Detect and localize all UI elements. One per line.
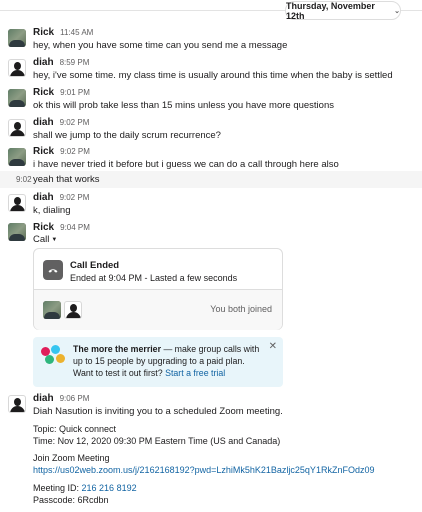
author-name[interactable]: Rick xyxy=(33,222,54,233)
timestamp[interactable]: 9:02 PM xyxy=(60,193,90,202)
message-row: Rick 9:01 PM ok this will prob take less… xyxy=(0,87,422,113)
meeting-id-label: Meeting ID: xyxy=(33,483,82,493)
promo-heading: The more the merrier xyxy=(73,344,161,354)
avatar[interactable] xyxy=(8,148,26,166)
date-divider: Thursday, November 12th ⌄ xyxy=(0,0,422,21)
message-text: ok this will prob take less than 15 mins… xyxy=(33,100,334,111)
avatar[interactable] xyxy=(8,29,26,47)
message-row: diah 8:59 PM hey, i've some time. my cla… xyxy=(0,57,422,83)
zoom-passcode: Passcode: 6Rcdbn xyxy=(33,495,109,505)
timestamp[interactable]: 9:04 PM xyxy=(60,223,90,232)
zoom-topic: Topic: Quick connect xyxy=(33,424,117,434)
zoom-time: Time: Nov 12, 2020 09:30 PM Eastern Time… xyxy=(33,436,281,446)
timestamp[interactable]: 8:59 PM xyxy=(60,58,90,67)
author-name[interactable]: Rick xyxy=(33,27,54,38)
upgrade-promo-banner: The more the merrier — make group calls … xyxy=(33,337,283,387)
zoom-join-link[interactable]: https://us02web.zoom.us/j/2162168192?pwd… xyxy=(33,465,374,475)
message-text: yeah that works xyxy=(33,174,100,185)
avatar[interactable] xyxy=(8,89,26,107)
call-dropdown[interactable]: Call ▼ xyxy=(33,234,57,245)
author-name[interactable]: diah xyxy=(33,393,54,404)
date-jump-button[interactable]: Thursday, November 12th ⌄ xyxy=(285,0,401,21)
message-text: k, dialing xyxy=(33,205,71,216)
call-subtitle: Ended at 9:04 PM - Lasted a few seconds xyxy=(70,273,238,283)
close-icon[interactable]: ✕ xyxy=(269,341,277,352)
avatar[interactable] xyxy=(8,59,26,77)
timestamp[interactable]: 9:01 PM xyxy=(60,88,90,97)
zoom-join-label: Join Zoom Meeting xyxy=(33,453,110,463)
message-text: shall we jump to the daily scrum recurre… xyxy=(33,130,221,141)
zoom-invite-text: Diah Nasution is inviting you to a sched… xyxy=(33,406,283,417)
message-text: hey, i've some time. my class time is us… xyxy=(33,70,393,81)
author-name[interactable]: Rick xyxy=(33,87,54,98)
message-text: i have never tried it before but i guess… xyxy=(33,159,339,170)
call-card[interactable]: Call Ended Ended at 9:04 PM - Lasted a f… xyxy=(33,248,283,330)
message-row: diah 9:02 PM k, dialing xyxy=(0,192,422,218)
date-label: Thursday, November 12th xyxy=(286,0,375,21)
promo-text: The more the merrier — make group calls … xyxy=(73,343,265,379)
zoom-meeting-id-row: Meeting ID: 216 216 8192 xyxy=(33,483,137,493)
phone-ended-icon xyxy=(43,260,63,280)
message-row: diah 9:06 PM Diah Nasution is inviting y… xyxy=(0,393,422,419)
group-people-icon xyxy=(41,345,67,365)
avatar[interactable] xyxy=(8,194,26,212)
author-name[interactable]: Rick xyxy=(33,146,54,157)
joined-status: You both joined xyxy=(210,304,272,314)
message-text: hey, when you have some time can you sen… xyxy=(33,40,288,51)
message-row: Rick 9:02 PM i have never tried it befor… xyxy=(0,146,422,172)
meeting-id-link[interactable]: 216 216 8192 xyxy=(82,483,137,493)
timestamp[interactable]: 9:06 PM xyxy=(60,394,90,403)
call-title: Call Ended xyxy=(70,260,120,271)
avatar[interactable] xyxy=(8,395,26,413)
timestamp[interactable]: 9:02 PM xyxy=(60,118,90,127)
avatar[interactable] xyxy=(8,223,26,241)
author-name[interactable]: diah xyxy=(33,57,54,68)
avatar[interactable] xyxy=(8,119,26,137)
timestamp[interactable]: 9:02 xyxy=(16,175,32,184)
author-name[interactable]: diah xyxy=(33,117,54,128)
caret-down-icon: ▼ xyxy=(51,236,58,243)
participant-avatar[interactable] xyxy=(43,301,61,319)
participant-avatar[interactable] xyxy=(64,301,82,319)
message-row: Rick 9:04 PM xyxy=(0,222,422,241)
call-label: Call xyxy=(33,234,50,245)
call-card-summary: Call Ended Ended at 9:04 PM - Lasted a f… xyxy=(34,249,282,290)
timestamp[interactable]: 9:02 PM xyxy=(60,147,90,156)
message-row: Rick 11:45 AM hey, when you have some ti… xyxy=(0,27,422,53)
author-name[interactable]: diah xyxy=(33,192,54,203)
message-row-continuation: 9:02 yeah that works xyxy=(0,171,422,188)
chevron-down-icon: ⌄ xyxy=(394,7,400,15)
call-participants: You both joined xyxy=(34,290,282,330)
free-trial-link[interactable]: Start a free trial xyxy=(165,368,225,378)
message-row: diah 9:02 PM shall we jump to the daily … xyxy=(0,117,422,143)
timestamp[interactable]: 11:45 AM xyxy=(60,28,93,37)
